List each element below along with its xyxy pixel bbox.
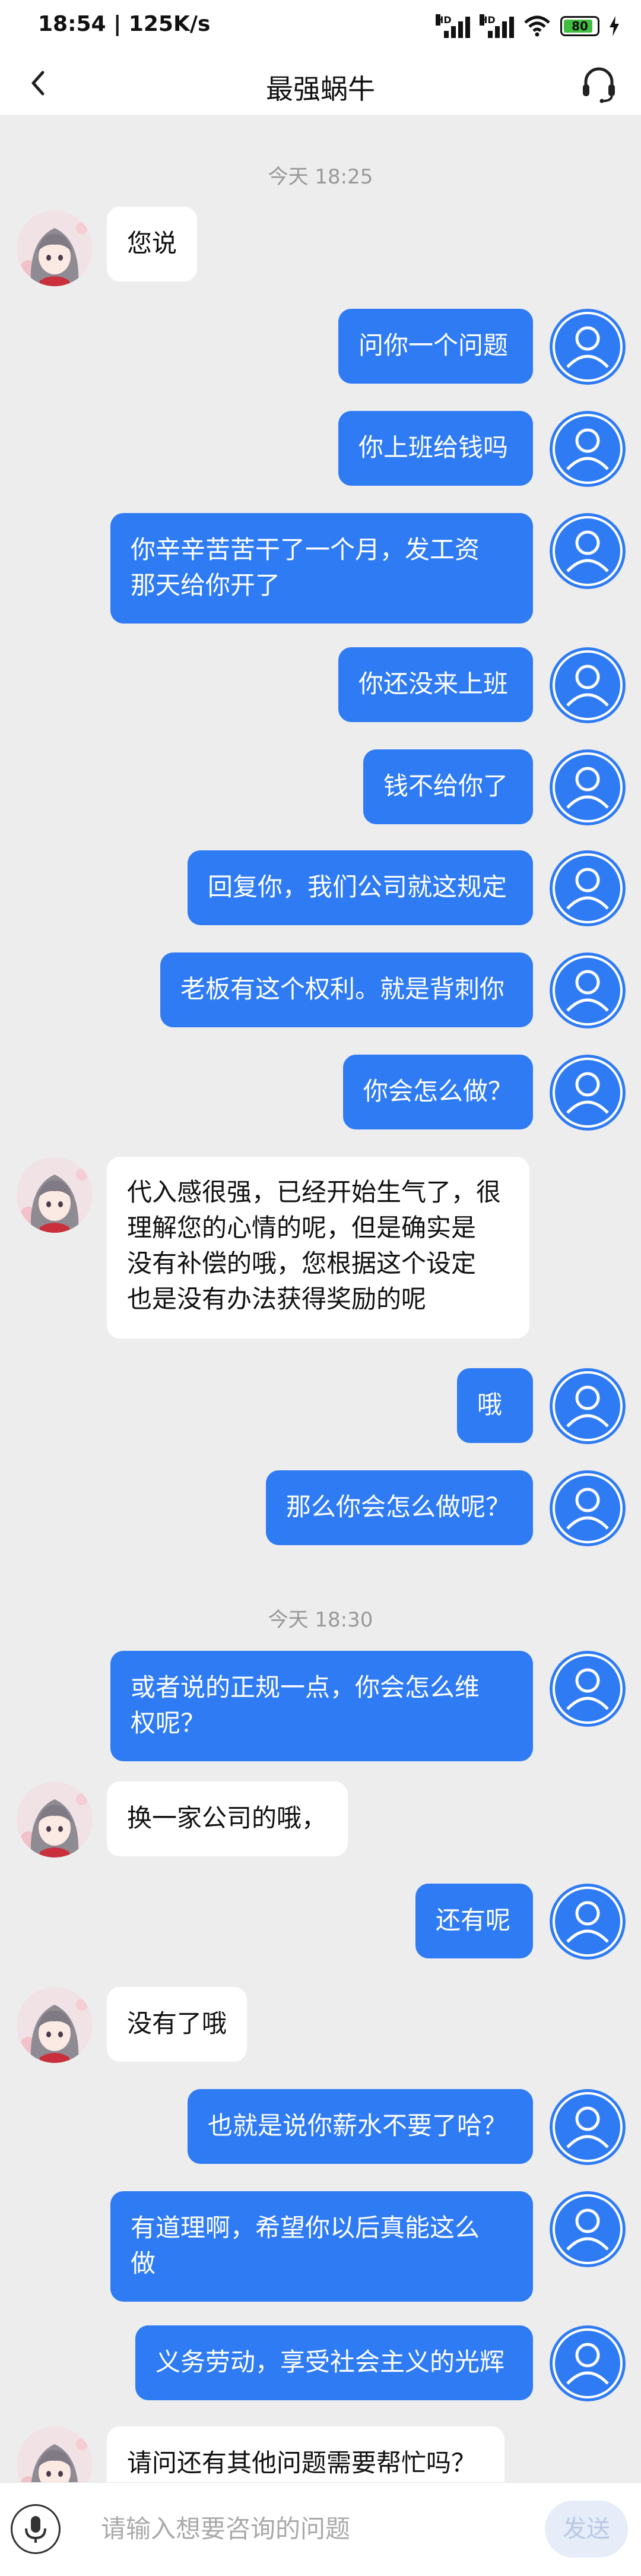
bot-avatar[interactable] [17,210,93,286]
user-message: 或者说的正规一点，你会怎么维 权呢？ [110,1651,533,1761]
user-avatar-icon[interactable] [550,309,626,385]
user-message: 问你一个问题 [338,309,533,384]
user-message: 那么你会怎么做呢？ [266,1470,533,1545]
user-message: 义务劳动，享受社会主义的光辉 [135,2325,533,2400]
timestamp: 今天 18:25 [268,165,373,189]
user-message: 也就是说你薪水不要了哈？ [188,2089,533,2164]
bot-avatar[interactable] [17,1781,93,1857]
signal-icon: HD [436,14,470,38]
bot-message: 换一家公司的哦， [107,1781,348,1856]
user-message: 你会怎么做？ [343,1055,533,1129]
user-message: 还有呢 [415,1884,533,1958]
bot-message: 您说 [107,207,197,281]
microphone-button[interactable] [11,2504,61,2554]
user-message: 你还没来上班 [338,647,533,722]
user-avatar-icon[interactable] [550,2191,626,2267]
user-message: 钱不给你了 [363,749,533,824]
user-avatar-icon[interactable] [550,1884,626,1960]
battery-level: 80 [572,19,588,33]
user-avatar-icon[interactable] [550,1368,626,1444]
user-avatar-icon[interactable] [550,749,626,825]
user-message: 有道理啊，希望你以后真能这么 做 [110,2191,533,2302]
page-title: 最强蜗牛 [266,73,375,105]
bot-avatar[interactable] [17,1987,93,2063]
user-message: 老板有这个权利。就是背刺你 [160,952,533,1027]
user-message: 哦 [457,1368,533,1443]
user-avatar-icon[interactable] [550,1055,626,1131]
user-message: 你上班给钱吗 [338,411,533,486]
send-button[interactable]: 发送 [545,2501,628,2558]
user-avatar-icon[interactable] [550,952,626,1028]
user-message: 你辛辛苦苦干了一个月，发工资 那天给你开了 [110,513,533,624]
user-message: 回复你，我们公司就这规定 [188,850,533,925]
nav-bar: 最强蜗牛 [0,52,641,116]
battery-icon: 80 [560,16,599,36]
headset-icon[interactable] [578,63,620,105]
input-bar: 请输入想要咨询的问题 发送 [0,2482,641,2576]
user-avatar-icon[interactable] [550,1470,626,1546]
bot-message: 没有了哦 [107,1987,247,2062]
status-bar: 18:54 | 125K/s HD HD 80 [0,0,641,52]
user-avatar-icon[interactable] [550,850,626,926]
signal-icon-2: HD [480,14,514,38]
wifi-icon [524,15,550,37]
status-time-speed: 18:54 | 125K/s [38,12,211,36]
message-input[interactable]: 请输入想要咨询的问题 [77,2499,528,2559]
user-avatar-icon[interactable] [550,411,626,487]
user-avatar-icon[interactable] [550,2089,626,2165]
user-avatar-icon[interactable] [550,1651,626,1727]
microphone-icon [25,2516,46,2543]
bot-message: 代入感很强，已经开始生气了，很 理解您的心情的呢，但是确实是 没有补偿的哦，您根… [107,1157,529,1338]
timestamp: 今天 18:30 [268,1608,373,1632]
bot-avatar[interactable] [17,1157,93,1233]
status-icons: HD HD 80 [436,13,620,39]
user-avatar-icon[interactable] [550,513,626,589]
charging-icon [610,16,619,36]
user-avatar-icon[interactable] [550,647,626,723]
user-avatar-icon[interactable] [550,2325,626,2401]
